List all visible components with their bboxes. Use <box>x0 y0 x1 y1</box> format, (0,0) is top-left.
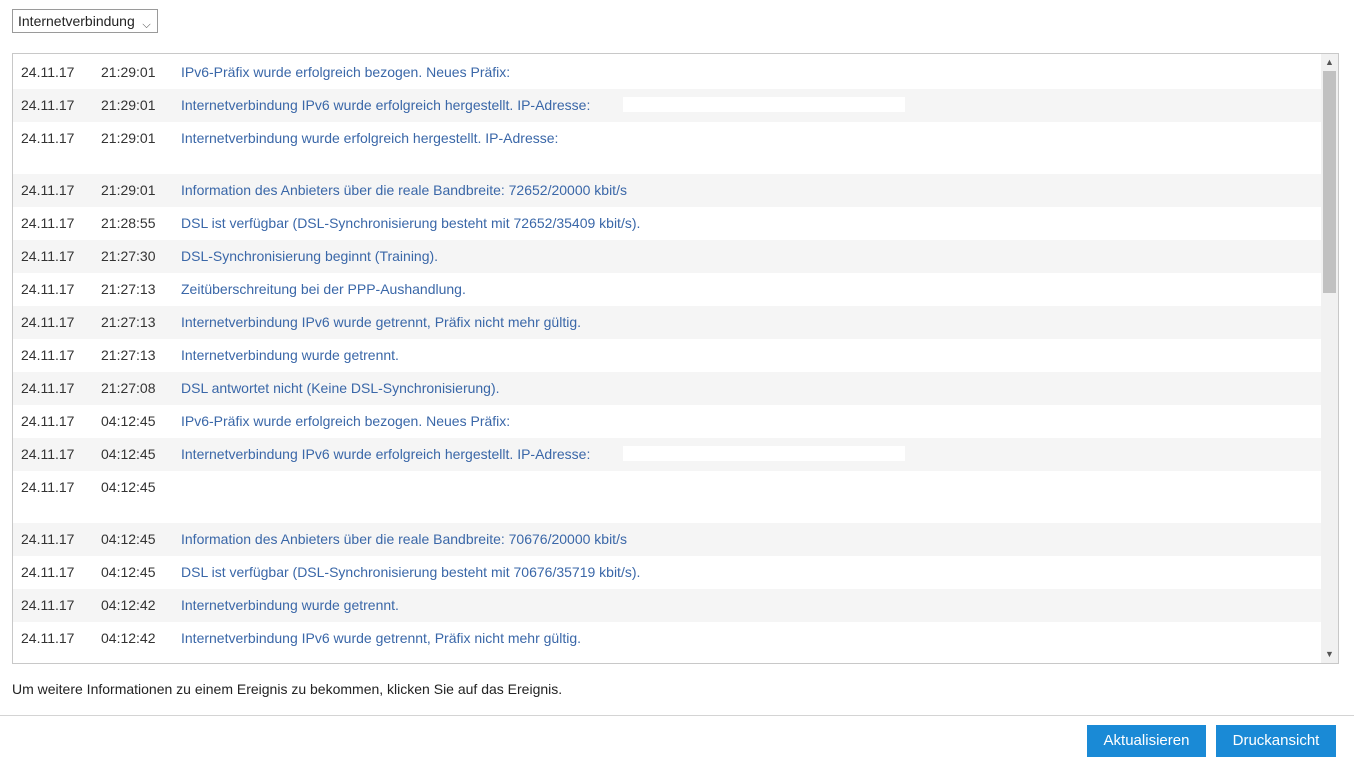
event-message[interactable]: Internetverbindung wurde getrennt. <box>181 589 399 622</box>
event-row[interactable]: 24.11.17 21:27:13 Internetverbindung IPv6 … <box>13 306 1321 339</box>
event-date: 24.11.17 <box>21 314 75 330</box>
event-message[interactable]: IPv6-Präfix wurde erfolgreich bezogen. N… <box>181 405 510 438</box>
event-row[interactable]: 24.11.17 04:12:45 Internetverbindung IPv6 … <box>13 438 1321 471</box>
event-message[interactable]: DSL antwortet nicht (Keine DSL-Synchroni… <box>181 372 500 405</box>
scroll-thumb[interactable] <box>1323 71 1336 293</box>
event-rows: 24.11.17 21:29:01 IPv6-Präfix wurde erfolg… <box>13 56 1321 655</box>
event-row[interactable]: 24.11.17 21:29:01 Internetverbindung IPv6 … <box>13 89 1321 122</box>
scroll-down-icon[interactable]: ▼ <box>1321 646 1338 663</box>
refresh-button[interactable]: Aktualisieren <box>1087 725 1206 757</box>
event-date: 24.11.17 <box>21 564 75 580</box>
print-view-button[interactable]: Druckansicht <box>1216 725 1336 757</box>
event-row[interactable]: 24.11.17 04:12:45 DSL ist verfügbar (DSL-S… <box>13 556 1321 589</box>
event-time: 21:27:30 <box>101 248 156 264</box>
event-time: 04:12:45 <box>101 564 156 580</box>
event-date: 24.11.17 <box>21 281 75 297</box>
event-date: 24.11.17 <box>21 479 75 495</box>
redacted-address <box>623 446 905 461</box>
event-row[interactable]: 24.11.17 21:27:13 Internetverbindung wurde… <box>13 339 1321 372</box>
event-date: 24.11.17 <box>21 531 75 547</box>
redacted-address <box>623 97 905 112</box>
event-time: 21:27:08 <box>101 380 156 396</box>
event-log-page: Internetverbindung ⌵ 24.11.17 21:29:01 IPv… <box>0 0 1354 762</box>
event-row[interactable]: 24.11.17 21:27:13 Zeitüberschreitung bei d… <box>13 273 1321 306</box>
event-message[interactable]: Internetverbindung wurde erfolgreich her… <box>181 122 558 155</box>
footer-divider <box>0 715 1354 716</box>
event-row[interactable]: 24.11.17 21:27:30 DSL-Synchronisierung beg… <box>13 240 1321 273</box>
event-filter-select[interactable]: Internetverbindung ⌵ <box>12 9 158 33</box>
event-row[interactable]: 24.11.17 21:29:01 IPv6-Präfix wurde erfolg… <box>13 56 1321 89</box>
event-message[interactable]: Internetverbindung IPv6 wurde getrennt, … <box>181 306 581 339</box>
event-time: 21:29:01 <box>101 64 156 80</box>
event-log-list[interactable]: 24.11.17 21:29:01 IPv6-Präfix wurde erfolg… <box>12 53 1339 664</box>
event-message[interactable]: Internetverbindung wurde getrennt. <box>181 339 399 372</box>
event-time: 04:12:42 <box>101 630 156 646</box>
event-date: 24.11.17 <box>21 97 75 113</box>
event-date: 24.11.17 <box>21 215 75 231</box>
event-message[interactable]: IPv6-Präfix wurde erfolgreich bezogen. N… <box>181 56 510 89</box>
event-filter-value: Internetverbindung <box>18 13 135 29</box>
event-date: 24.11.17 <box>21 380 75 396</box>
event-date: 24.11.17 <box>21 630 75 646</box>
event-row[interactable]: 24.11.17 04:12:45 <box>13 471 1321 523</box>
event-date: 24.11.17 <box>21 248 75 264</box>
event-row[interactable]: 24.11.17 04:12:45 Information des Anbieter… <box>13 523 1321 556</box>
event-date: 24.11.17 <box>21 64 75 80</box>
event-time: 21:27:13 <box>101 314 156 330</box>
event-message[interactable]: Information des Anbieters über die reale… <box>181 174 627 207</box>
event-message[interactable]: Internetverbindung IPv6 wurde erfolgreic… <box>181 89 590 122</box>
event-row[interactable]: 24.11.17 21:27:08 DSL antwortet nicht (Kei… <box>13 372 1321 405</box>
event-row[interactable]: 24.11.17 04:12:42 Internetverbindung wurde… <box>13 589 1321 622</box>
vertical-scrollbar[interactable]: ▲ ▼ <box>1321 54 1338 663</box>
event-time: 21:29:01 <box>101 97 156 113</box>
event-row[interactable]: 24.11.17 04:12:42 Internetverbindung IPv6 … <box>13 622 1321 655</box>
redacted-address <box>533 413 535 428</box>
event-time: 21:29:01 <box>101 130 156 146</box>
event-time: 21:29:01 <box>101 182 156 198</box>
event-time: 04:12:45 <box>101 413 156 429</box>
event-date: 24.11.17 <box>21 597 75 613</box>
event-time: 04:12:42 <box>101 597 156 613</box>
scroll-up-icon[interactable]: ▲ <box>1321 54 1338 71</box>
event-row[interactable]: 24.11.17 21:29:01 Internetverbindung wurde… <box>13 122 1321 174</box>
event-time: 21:27:13 <box>101 281 156 297</box>
event-date: 24.11.17 <box>21 182 75 198</box>
event-time: 21:28:55 <box>101 215 156 231</box>
event-message[interactable]: DSL ist verfügbar (DSL-Synchronisierung … <box>181 556 640 589</box>
event-message[interactable]: DSL-Synchronisierung beginnt (Training). <box>181 240 438 273</box>
event-date: 24.11.17 <box>21 446 75 462</box>
event-time: 04:12:45 <box>101 531 156 547</box>
event-date: 24.11.17 <box>21 130 75 146</box>
event-time: 04:12:45 <box>101 446 156 462</box>
event-message[interactable]: Information des Anbieters über die reale… <box>181 523 627 556</box>
event-row[interactable]: 24.11.17 21:28:55 DSL ist verfügbar (DSL-S… <box>13 207 1321 240</box>
event-message[interactable]: Internetverbindung IPv6 wurde erfolgreic… <box>181 438 590 471</box>
event-row[interactable]: 24.11.17 21:29:01 Information des Anbieter… <box>13 174 1321 207</box>
event-message[interactable]: Zeitüberschreitung bei der PPP-Aushandlu… <box>181 273 466 306</box>
event-time: 04:12:45 <box>101 479 156 495</box>
event-message[interactable]: Internetverbindung IPv6 wurde getrennt, … <box>181 622 581 655</box>
event-date: 24.11.17 <box>21 413 75 429</box>
event-message[interactable]: DSL ist verfügbar (DSL-Synchronisierung … <box>181 207 640 240</box>
chevron-down-icon: ⌵ <box>142 19 151 31</box>
event-row[interactable]: 24.11.17 04:12:45 IPv6-Präfix wurde erfolg… <box>13 405 1321 438</box>
event-hint-text: Um weitere Informationen zu einem Ereign… <box>12 681 563 697</box>
event-date: 24.11.17 <box>21 347 75 363</box>
event-time: 21:27:13 <box>101 347 156 363</box>
